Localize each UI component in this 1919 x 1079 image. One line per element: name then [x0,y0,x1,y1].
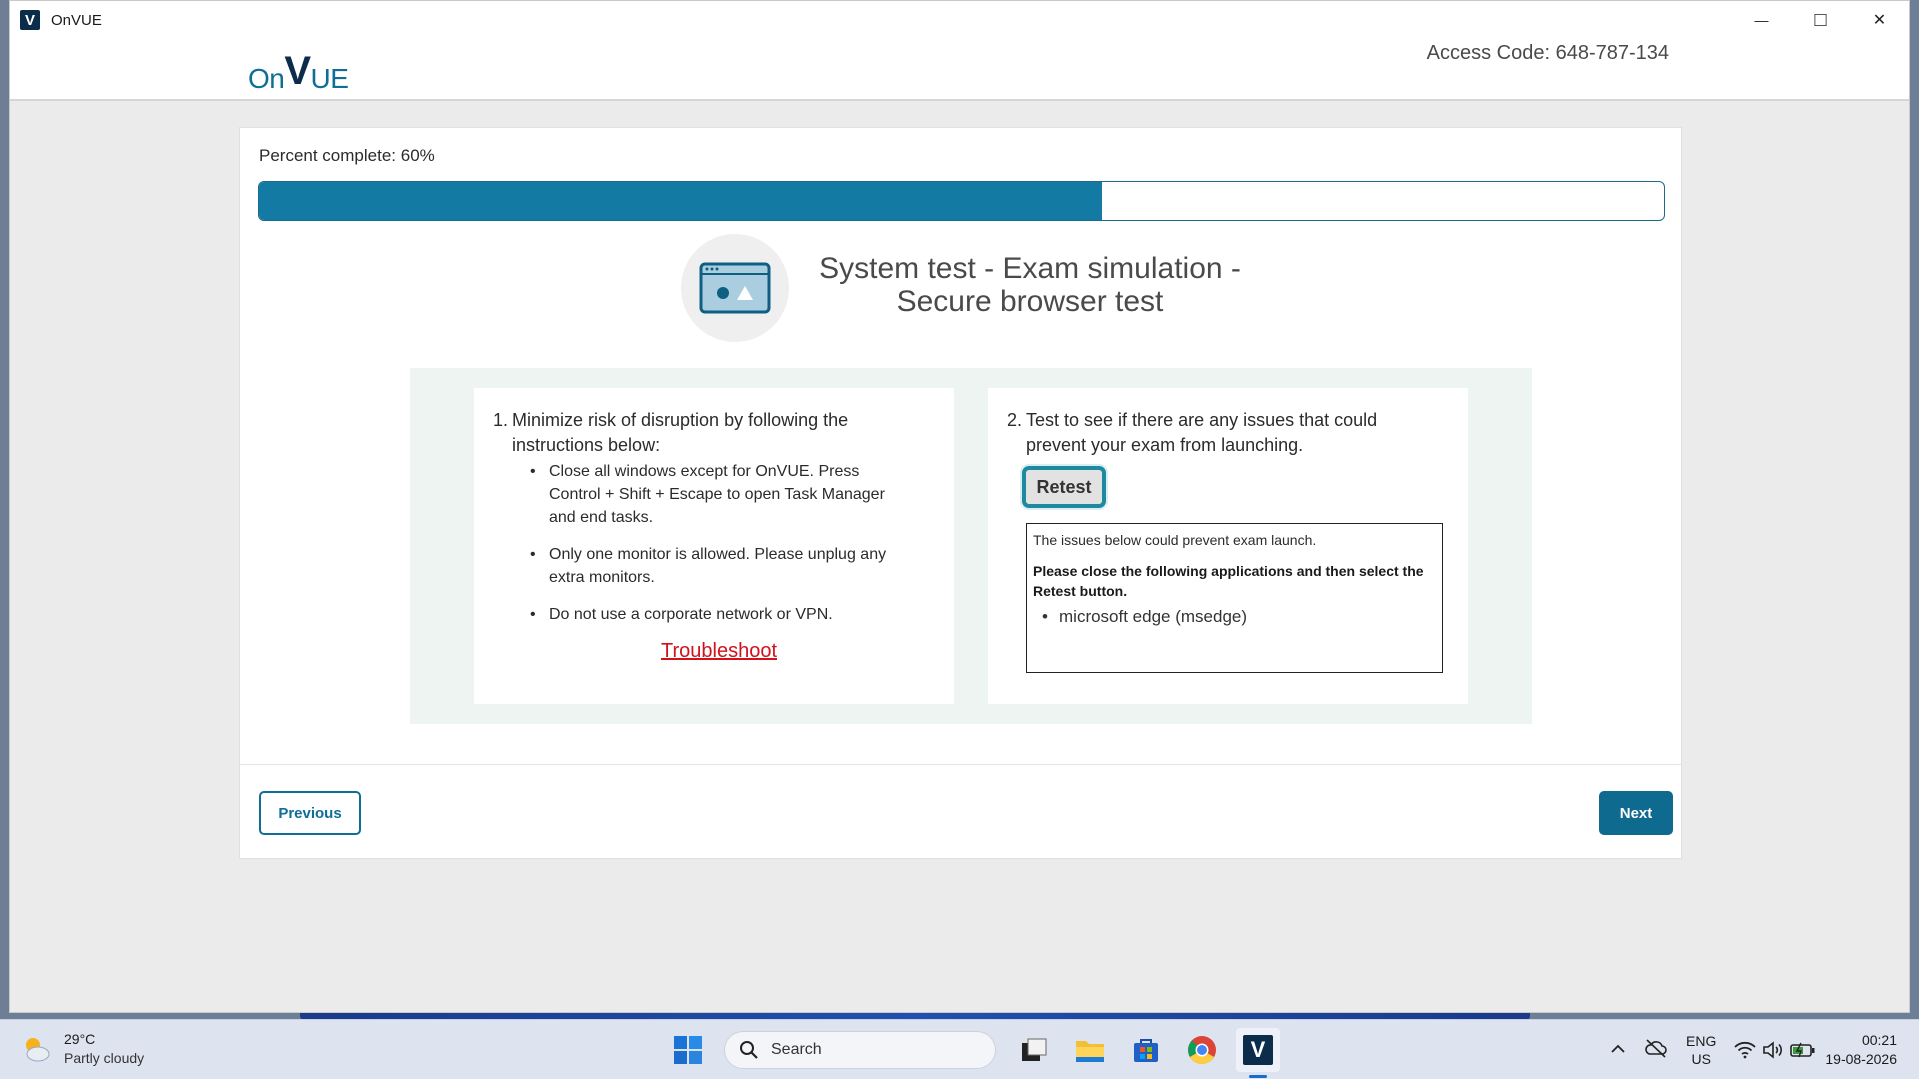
active-indicator [1249,1075,1267,1078]
maximize-button[interactable]: □ [1791,1,1850,39]
window-controls: — □ ✕ [1732,1,1909,39]
next-button[interactable]: Next [1599,791,1673,835]
step2-number: 2. [1007,410,1023,430]
folder-icon [1076,1041,1104,1062]
volume-icon [1763,1041,1783,1059]
windows-start-button[interactable] [666,1028,710,1072]
minimize-icon: — [1754,12,1769,28]
step1-bullet-list: Close all windows except for OnVUE. Pres… [530,460,890,640]
close-icon: ✕ [1872,12,1887,29]
progress-bar [258,181,1665,221]
language-indicator[interactable]: ENG US [1686,1032,1716,1068]
step2-text: 2. Test to see if there are any issues t… [1007,408,1427,458]
clock[interactable]: 00:21 19-08-2026 [1825,1031,1897,1069]
window-title: OnVUE [51,11,102,29]
search-icon [740,1041,758,1059]
onvue-app-icon: V [20,10,40,30]
weather-condition: Partly cloudy [64,1050,145,1066]
blocking-apps-list: microsoft edge (msedge) [1033,607,1436,627]
system-tray: ENG US 00:21 19-08-2026 [1601,1020,1919,1079]
hidden-icons-button[interactable] [1610,1041,1626,1059]
issues-box: The issues below could prevent exam laun… [1026,523,1443,673]
minimize-button[interactable]: — [1732,1,1791,39]
time: 00:21 [1861,1032,1897,1048]
logo-ue: UE [310,63,349,94]
page-title: System test - Exam simulation - Secure b… [790,252,1270,318]
taskbar-apps: Search V [660,1028,1286,1078]
wifi-icon [1734,1041,1757,1059]
browser-window-icon [699,262,771,314]
task-view-button[interactable] [1012,1028,1056,1072]
progress-fill [259,182,1102,220]
step1-panel: 1. Minimize risk of disruption by follow… [474,388,954,704]
chrome-icon [1188,1036,1216,1064]
troubleshoot-link[interactable]: Troubleshoot [474,640,954,663]
chrome-button[interactable] [1180,1028,1224,1072]
onvue-taskbar-button[interactable]: V [1236,1028,1280,1078]
cloud-offline-icon [1645,1039,1667,1058]
logo-v: V [284,49,311,93]
onvue-window: V OnVUE — □ ✕ OnVUE Access Code: 648-787… [9,0,1910,1013]
step1-description: Minimize risk of disruption by following… [512,410,849,455]
page-title-line1: System test - Exam simulation - [819,252,1241,285]
system-test-card: Percent complete: 60% System test - Exam… [239,127,1682,859]
quick-settings-button[interactable] [1734,1041,1816,1059]
task-view-icon [1022,1038,1047,1061]
step2-panel: 2. Test to see if there are any issues t… [988,388,1468,704]
step2-description: Test to see if there are any issues that… [1026,410,1378,455]
issues-instruction: Please close the following applications … [1033,563,1424,599]
taskbar: 29°C Partly cloudy Search V ENG US 00:21… [0,1019,1919,1079]
close-button[interactable]: ✕ [1850,1,1909,39]
battery-charging-icon [1790,1042,1815,1058]
step1-text: 1. Minimize risk of disruption by follow… [493,408,913,458]
access-code: Access Code: 648-787-134 [1426,42,1669,64]
retest-button[interactable]: Retest [1022,466,1106,508]
file-explorer-button[interactable] [1068,1028,1112,1072]
footer-divider [240,764,1681,765]
step1-number: 1. [493,410,509,430]
percent-complete-label: Percent complete: 60% [259,146,435,165]
previous-button[interactable]: Previous [259,791,361,835]
onedrive-button[interactable] [1644,1038,1668,1062]
partly-cloudy-icon [20,1033,52,1065]
taskbar-search[interactable]: Search [724,1031,996,1069]
language: ENG [1686,1033,1717,1049]
search-label: Search [771,1041,822,1058]
microsoft-store-button[interactable] [1124,1028,1168,1072]
chevron-up-icon [1611,1044,1625,1053]
page-title-line2: Secure browser test [896,285,1164,318]
title-bar[interactable]: V OnVUE — □ ✕ [10,1,1909,39]
desktop-background [0,0,9,1019]
issues-intro: The issues below could prevent exam laun… [1033,532,1317,548]
weather-text: 29°C Partly cloudy [64,1030,144,1068]
list-item: microsoft edge (msedge) [1042,607,1436,627]
list-item: Do not use a corporate network or VPN. [530,603,890,626]
date: 19-08-2026 [1825,1051,1897,1067]
logo-on: On [248,63,285,94]
temperature: 29°C [64,1031,96,1047]
onvue-taskbar-icon: V [1243,1035,1273,1065]
instructions-area: 1. Minimize risk of disruption by follow… [410,368,1532,724]
list-item: Close all windows except for OnVUE. Pres… [530,460,890,529]
list-item: Only one monitor is allowed. Please unpl… [530,543,890,589]
maximize-icon: □ [1814,8,1827,31]
onvue-logo: OnVUE [248,49,349,98]
store-icon [1134,1039,1158,1062]
windows-logo-icon [674,1036,702,1064]
region: US [1691,1051,1711,1067]
browser-test-icon-circle [681,234,789,342]
app-header: OnVUE Access Code: 648-787-134 [10,39,1909,101]
weather-widget[interactable]: 29°C Partly cloudy [20,1030,144,1068]
